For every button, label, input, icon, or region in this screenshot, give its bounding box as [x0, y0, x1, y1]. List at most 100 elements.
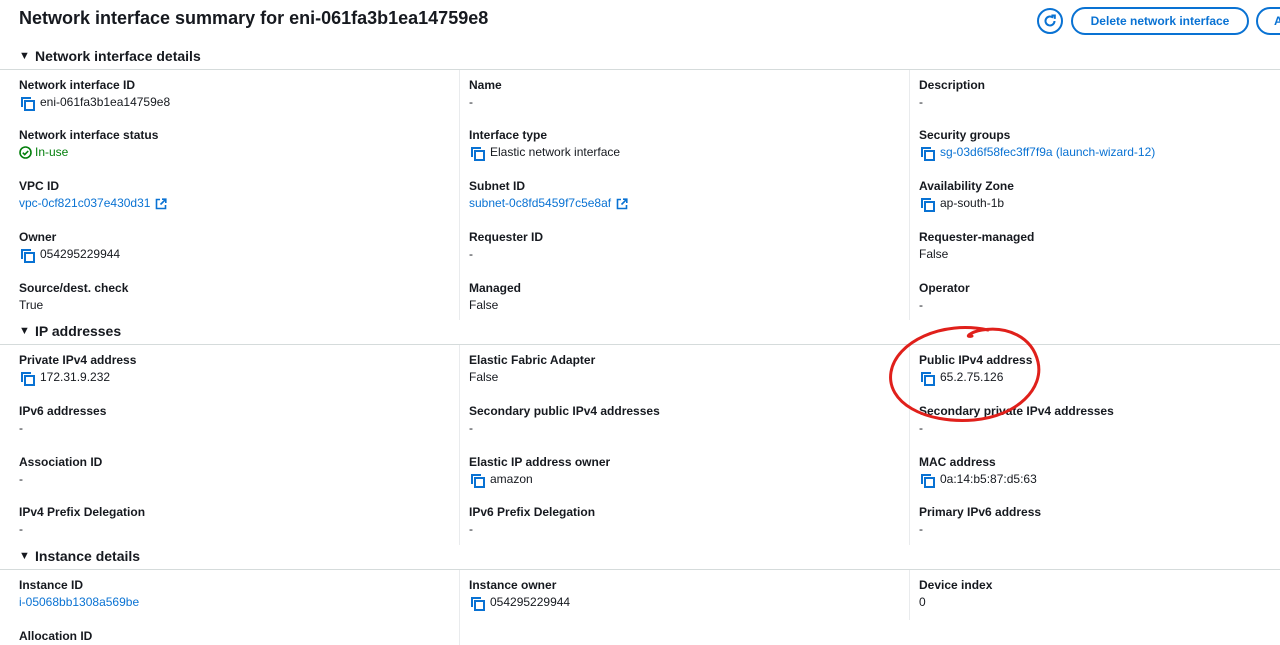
column-divider: [909, 70, 910, 320]
field-description: Description -: [919, 78, 1280, 110]
copy-icon[interactable]: [471, 596, 485, 611]
field-value: 0: [919, 595, 926, 609]
field-private-ipv4: Private IPv4 address 172.31.9.232: [19, 353, 449, 386]
column-divider: [909, 570, 910, 620]
field-secondary-public-ipv4: Secondary public IPv4 addresses -: [469, 404, 899, 436]
copy-icon[interactable]: [921, 473, 935, 488]
field-ipv6-prefix-delegation: IPv6 Prefix Delegation -: [469, 505, 899, 537]
refresh-button[interactable]: [1037, 8, 1063, 34]
external-link-icon[interactable]: [155, 197, 168, 210]
field-label: Requester-managed: [919, 230, 1035, 244]
section-title: IP addresses: [35, 323, 122, 339]
field-vpc-id: VPC ID vpc-0cf821c037e430d31: [19, 179, 449, 211]
field-value: False: [919, 247, 949, 261]
field-value: ap-south-1b: [940, 196, 1005, 210]
field-value: -: [919, 95, 923, 109]
field-secondary-private-ipv4: Secondary private IPv4 addresses -: [919, 404, 1280, 436]
field-label: Primary IPv6 address: [919, 505, 1042, 519]
section-ip-addresses[interactable]: ▼ IP addresses: [0, 322, 1280, 345]
column-divider: [909, 345, 910, 545]
actions-button[interactable]: A: [1256, 7, 1280, 35]
field-label: Secondary public IPv4 addresses: [469, 404, 660, 418]
field-value: -: [19, 472, 23, 486]
field-label: Subnet ID: [469, 179, 525, 193]
field-association-id: Association ID -: [19, 455, 449, 487]
field-interface-type: Interface type Elastic network interface: [469, 128, 899, 161]
copy-icon[interactable]: [921, 197, 935, 212]
field-label: Instance ID: [19, 578, 84, 592]
field-label: Security groups: [919, 128, 1011, 142]
field-value: -: [919, 298, 923, 312]
delete-network-interface-button[interactable]: Delete network interface: [1071, 7, 1249, 35]
security-group-link[interactable]: sg-03d6f58fec3ff7f9a (launch-wizard-12): [940, 145, 1155, 160]
caret-down-icon: ▼: [19, 325, 30, 337]
field-value: True: [19, 298, 44, 312]
column-divider: [459, 345, 460, 545]
copy-icon[interactable]: [471, 146, 485, 161]
check-circle-icon: [19, 146, 32, 159]
field-value: -: [469, 95, 473, 109]
field-value: -: [919, 421, 923, 435]
field-instance-owner: Instance owner 054295229944: [469, 578, 899, 611]
field-primary-ipv6: Primary IPv6 address -: [919, 505, 1280, 537]
field-label: Device index: [919, 578, 993, 592]
field-label: Managed: [469, 281, 522, 295]
field-label: MAC address: [919, 455, 996, 469]
field-label: Secondary private IPv4 addresses: [919, 404, 1114, 418]
field-label: IPv6 Prefix Delegation: [469, 505, 596, 519]
field-value: 65.2.75.126: [940, 370, 1004, 384]
field-value: -: [19, 421, 23, 435]
copy-icon[interactable]: [21, 371, 35, 386]
page-header: Network interface summary for eni-061fa3…: [0, 0, 1280, 40]
field-allocation-id: Allocation ID: [19, 629, 449, 644]
field-label: Elastic Fabric Adapter: [469, 353, 596, 367]
field-value: 172.31.9.232: [40, 370, 111, 384]
field-label: IPv6 addresses: [19, 404, 107, 418]
field-requester-id: Requester ID -: [469, 230, 899, 262]
field-label: Requester ID: [469, 230, 544, 244]
field-value: Elastic network interface: [490, 145, 621, 159]
field-network-interface-status: Network interface status In-use: [19, 128, 449, 160]
field-mac-address: MAC address 0a:14:b5:87:d5:63: [919, 455, 1280, 488]
vpc-link[interactable]: vpc-0cf821c037e430d31: [19, 196, 150, 211]
field-label: Allocation ID: [19, 629, 93, 643]
field-label: Source/dest. check: [19, 281, 129, 295]
caret-down-icon: ▼: [19, 550, 30, 562]
copy-icon[interactable]: [21, 248, 35, 263]
field-value: -: [469, 522, 473, 536]
field-label: Public IPv4 address: [919, 353, 1033, 367]
field-label: VPC ID: [19, 179, 60, 193]
field-value: 054295229944: [40, 247, 121, 261]
field-label: Instance owner: [469, 578, 557, 592]
copy-icon[interactable]: [471, 473, 485, 488]
field-label: IPv4 Prefix Delegation: [19, 505, 146, 519]
field-ipv4-prefix-delegation: IPv4 Prefix Delegation -: [19, 505, 449, 537]
section-instance-details[interactable]: ▼ Instance details: [0, 547, 1280, 570]
field-value: eni-061fa3b1ea14759e8: [40, 95, 171, 109]
field-security-groups: Security groups sg-03d6f58fec3ff7f9a (la…: [919, 128, 1280, 161]
field-name: Name -: [469, 78, 899, 110]
field-label: Owner: [19, 230, 57, 244]
field-network-interface-id: Network interface ID eni-061fa3b1ea14759…: [19, 78, 449, 111]
copy-icon[interactable]: [921, 371, 935, 386]
field-label: Association ID: [19, 455, 103, 469]
field-device-index: Device index 0: [919, 578, 1280, 610]
copy-icon[interactable]: [21, 96, 35, 111]
field-ipv6-addresses: IPv6 addresses -: [19, 404, 449, 436]
subnet-link[interactable]: subnet-0c8fd5459f7c5e8af: [469, 196, 611, 211]
field-value: 0a:14:b5:87:d5:63: [940, 472, 1037, 486]
field-label: Private IPv4 address: [19, 353, 137, 367]
external-link-icon[interactable]: [616, 197, 628, 210]
column-divider: [459, 70, 460, 320]
section-network-interface-details[interactable]: ▼ Network interface details: [0, 47, 1280, 70]
instance-link[interactable]: i-05068bb1308a569be: [19, 595, 139, 610]
field-label: Description: [919, 78, 986, 92]
copy-icon[interactable]: [921, 146, 935, 161]
field-label: Network interface ID: [19, 78, 136, 92]
field-operator: Operator -: [919, 281, 1280, 313]
field-label: Availability Zone: [919, 179, 1014, 193]
field-value: False: [469, 370, 499, 384]
field-label: Network interface status: [19, 128, 159, 142]
caret-down-icon: ▼: [19, 50, 30, 62]
field-label: Elastic IP address owner: [469, 455, 611, 469]
